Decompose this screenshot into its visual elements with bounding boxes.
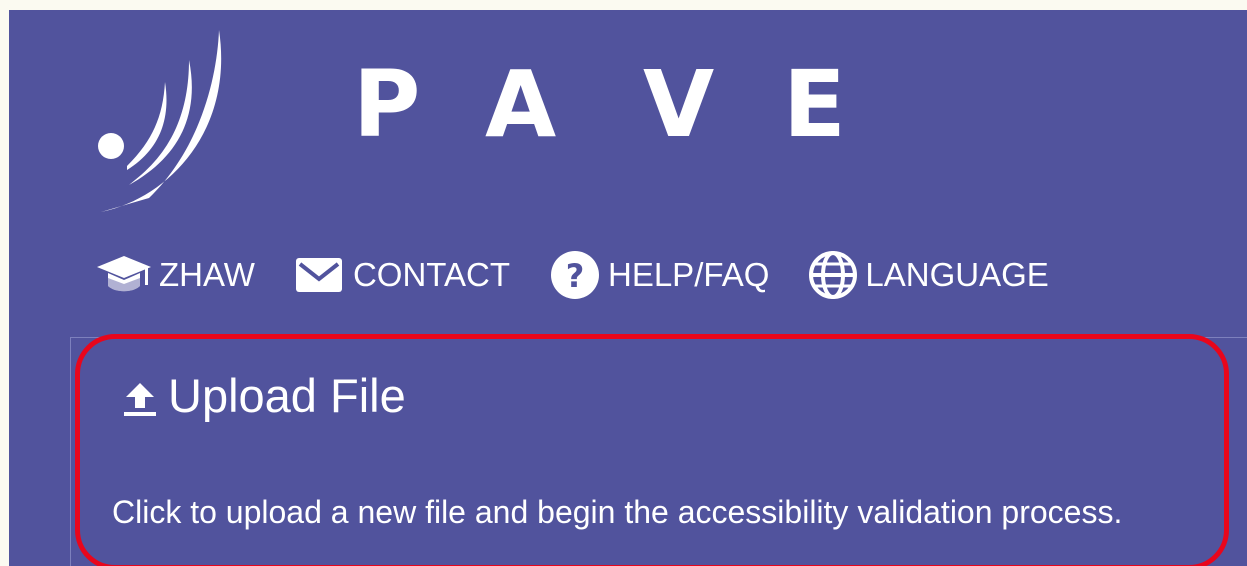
- app-window: P A V E ZHAW CONTACT ? HELP/FAQ LANGUAGE…: [9, 10, 1247, 566]
- nav-label: LANGUAGE: [865, 256, 1049, 293]
- top-nav: ZHAW CONTACT ? HELP/FAQ LANGUAGE: [95, 250, 1087, 300]
- pave-logo-icon: [98, 30, 222, 212]
- brand-letter: E: [783, 51, 846, 158]
- brand-letter: P: [353, 51, 421, 158]
- nav-item-help[interactable]: ? HELP/FAQ: [548, 250, 770, 300]
- nav-item-contact[interactable]: CONTACT: [293, 252, 510, 298]
- svg-text:?: ?: [566, 257, 585, 295]
- highlight-outline: [75, 334, 1229, 566]
- nav-label: CONTACT: [352, 256, 510, 293]
- globe-icon: [807, 250, 859, 300]
- question-circle-icon: ?: [548, 250, 602, 300]
- envelope-icon: [293, 253, 347, 297]
- brand-letter: V: [643, 51, 715, 158]
- nav-item-language[interactable]: LANGUAGE: [807, 250, 1049, 300]
- graduation-cap-icon: [95, 253, 153, 297]
- nav-label: HELP/FAQ: [607, 256, 770, 293]
- nav-label: ZHAW: [159, 256, 255, 293]
- nav-item-zhaw[interactable]: ZHAW: [95, 252, 255, 298]
- brand-letter: A: [485, 51, 557, 158]
